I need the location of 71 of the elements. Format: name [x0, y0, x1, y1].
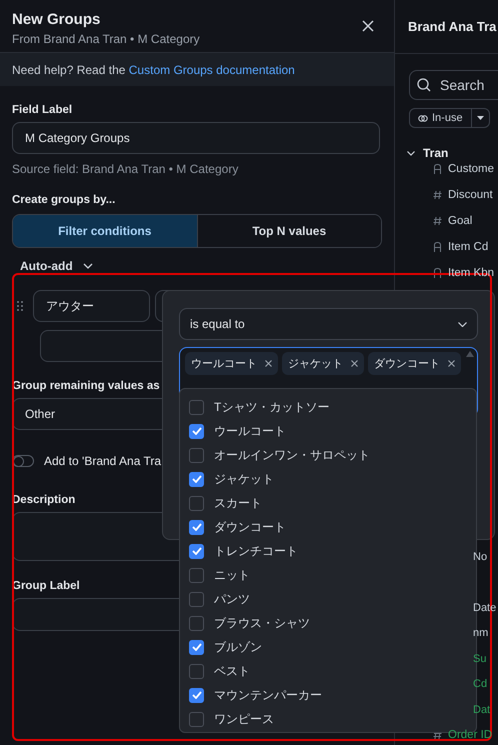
- checkbox[interactable]: [189, 640, 204, 654]
- checkbox[interactable]: [189, 424, 204, 438]
- operator-select[interactable]: is equal to: [179, 308, 478, 340]
- documentation-link[interactable]: Custom Groups documentation: [128, 62, 295, 76]
- drag-handle-icon[interactable]: [16, 301, 24, 311]
- field-item[interactable]: Cd: [473, 678, 488, 690]
- checkbox[interactable]: [189, 712, 204, 726]
- option-item[interactable]: ダウンコート: [180, 515, 476, 539]
- toggle-switch[interactable]: [12, 455, 34, 467]
- panel-subtitle: From Brand Ana Tran • M Category: [12, 32, 200, 46]
- rings-icon: [418, 114, 428, 122]
- hash-icon: [433, 730, 442, 740]
- field-item[interactable]: No: [473, 550, 488, 563]
- dropdown-button[interactable]: [472, 108, 490, 128]
- field-item[interactable]: Su: [473, 652, 486, 665]
- value-tag[interactable]: ダウンコート: [368, 352, 461, 375]
- description-label: Description: [12, 493, 76, 508]
- chevron-down-icon[interactable]: [407, 150, 415, 156]
- option-item[interactable]: ジャケット: [180, 467, 476, 491]
- field-item[interactable]: Goal: [448, 215, 472, 227]
- source-field-hint: Source field: Brand Ana Tran • M Category: [12, 162, 240, 176]
- field-item[interactable]: Dat: [473, 704, 490, 716]
- letter-a-icon: [433, 164, 442, 174]
- segment-tab[interactable]: Top N values: [196, 215, 381, 247]
- field-label-input[interactable]: M Category Groups: [12, 122, 380, 154]
- help-text: Need help? Read the Custom Groups documentation: [12, 62, 295, 76]
- segment-tab[interactable]: Filter conditions: [13, 215, 196, 247]
- checkbox[interactable]: [189, 592, 204, 606]
- toggle-label: Add to 'Brand Ana Tra: [44, 454, 162, 468]
- remove-icon[interactable]: [448, 360, 455, 367]
- panel-title: New Groups: [12, 11, 100, 29]
- letter-a-icon: [433, 242, 442, 252]
- option-item[interactable]: オールインワン・サロペット: [180, 443, 476, 467]
- hash-icon: [433, 190, 442, 200]
- field-label: Field Label: [12, 103, 72, 118]
- close-icon[interactable]: [362, 20, 374, 32]
- value-tag[interactable]: ウールコート: [185, 352, 278, 375]
- in-use-filter-button[interactable]: In-use: [409, 108, 472, 128]
- checkbox[interactable]: [189, 448, 204, 462]
- field-item[interactable]: nm: [473, 627, 488, 640]
- option-item[interactable]: ニット: [180, 563, 476, 587]
- option-item[interactable]: ウールコート: [180, 419, 476, 443]
- field-item[interactable]: Custome: [448, 164, 494, 175]
- search-field[interactable]: Search: [409, 70, 498, 100]
- option-item[interactable]: Tシャツ・カットソー: [180, 395, 476, 419]
- panel-title: Brand Ana Tra: [408, 19, 496, 34]
- chevron-down-icon[interactable]: [82, 263, 93, 269]
- checkbox[interactable]: [189, 520, 204, 534]
- auto-add-label[interactable]: Auto-add: [20, 259, 73, 273]
- checkbox[interactable]: [189, 400, 204, 414]
- value-tag[interactable]: ジャケット: [282, 352, 364, 375]
- checkbox[interactable]: [189, 616, 204, 630]
- search-icon: [417, 78, 431, 92]
- caret-icon: [476, 116, 484, 120]
- checkbox[interactable]: [189, 688, 204, 702]
- chevron-down-icon: [458, 322, 467, 326]
- letter-a-icon: [433, 268, 442, 278]
- hash-icon: [433, 216, 442, 226]
- field-item[interactable]: Discount: [448, 189, 493, 201]
- checkbox[interactable]: [189, 664, 204, 678]
- checkbox[interactable]: [189, 472, 204, 486]
- field-item[interactable]: Item Cd: [448, 241, 488, 253]
- checkbox[interactable]: [189, 568, 204, 582]
- group-value-input[interactable]: アウター: [33, 290, 150, 322]
- checkbox[interactable]: [189, 496, 204, 510]
- create-groups-label: Create groups by...: [12, 193, 116, 208]
- option-item[interactable]: スカート: [180, 491, 476, 515]
- tree-group-label[interactable]: Tran: [423, 146, 448, 160]
- remove-icon[interactable]: [351, 360, 358, 367]
- remove-icon[interactable]: [265, 360, 272, 367]
- checkbox[interactable]: [189, 544, 204, 558]
